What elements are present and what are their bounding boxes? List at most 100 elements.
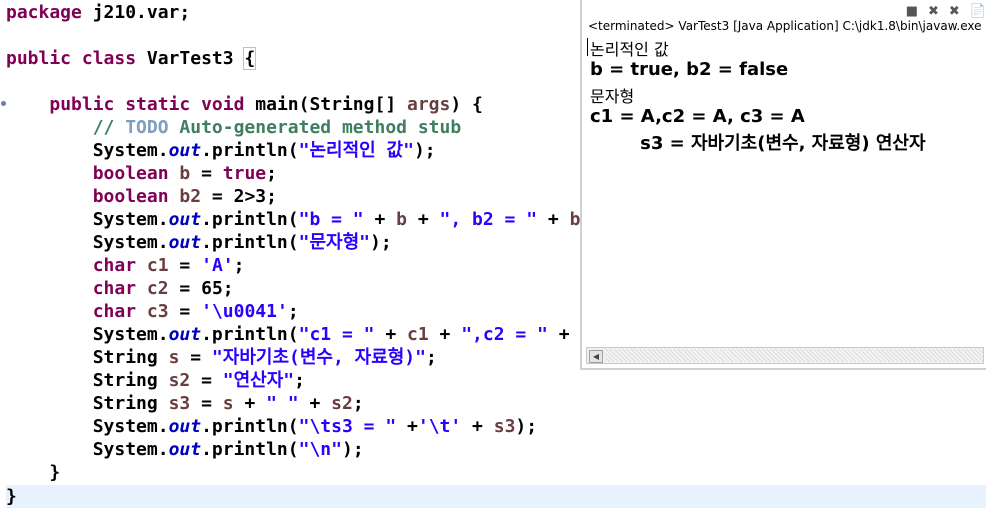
code-line[interactable]: boolean b2 = 2>3; [6, 185, 277, 208]
code-token: out [168, 232, 202, 253]
scroll-left-icon[interactable]: ◀ [589, 350, 603, 363]
console-output-line: b = true, b2 = false [590, 59, 789, 80]
code-token: ; [287, 301, 299, 322]
code-token: System. [6, 209, 169, 230]
code-token: + [407, 209, 440, 230]
code-token: .println( [201, 324, 299, 345]
code-line[interactable]: System.out.println("b = " + b + ", b2 = … [6, 208, 613, 231]
code-token: System. [6, 232, 169, 253]
code-token: s3 [168, 393, 191, 414]
page-icon[interactable]: 📄 [970, 4, 986, 19]
code-token: String [6, 347, 169, 368]
code-token: ); [341, 439, 364, 460]
code-token: ) { [450, 94, 483, 115]
console-output-line: s3 = 자바기초(변수, 자료형) 연산자 [590, 133, 926, 154]
code-token: = [179, 347, 212, 368]
code-token: c3 [146, 301, 169, 322]
code-token: System. [6, 324, 169, 345]
code-token: String [6, 393, 169, 414]
code-token: + [547, 324, 581, 345]
code-token: .println( [201, 232, 299, 253]
code-token: { [243, 47, 257, 70]
code-token: ", b2 = " [439, 209, 538, 230]
code-token: s3 [493, 416, 516, 437]
code-token: String [6, 370, 169, 391]
code-line[interactable]: String s2 = "연산자"; [6, 369, 305, 392]
code-token: } [6, 462, 61, 483]
code-line[interactable]: boolean b = true; [6, 162, 277, 185]
code-token: s2 [331, 393, 353, 414]
code-line[interactable]: public static void main(String[] args) { [6, 93, 483, 116]
code-token: ); [413, 140, 436, 161]
code-line[interactable]: // TODO Auto-generated method stub [6, 116, 461, 139]
code-token: out [168, 439, 202, 460]
scroll-track[interactable] [605, 349, 983, 362]
code-line[interactable]: String s3 = s + " " + s2; [6, 392, 364, 415]
console-output-line: 문자형 [590, 87, 635, 106]
code-token: c1 [407, 324, 429, 345]
remove-all-icon[interactable]: ✖ [949, 4, 960, 19]
code-token: = [168, 255, 202, 276]
code-token: out [168, 209, 202, 230]
console-view: ■ ✖ ✖ 📄 <terminated> VarTest3 [Java Appl… [580, 0, 986, 370]
code-line[interactable]: } [6, 461, 60, 484]
code-token: public class [6, 48, 137, 69]
code-token: char [92, 301, 137, 322]
horizontal-scrollbar[interactable]: ◀ [586, 347, 984, 364]
code-token: Auto-generated method stub [168, 117, 462, 138]
code-token: "c1 = " [298, 324, 375, 345]
code-token: args [407, 94, 451, 115]
code-token: .println( [201, 209, 299, 230]
code-token: = 2>3; [201, 186, 277, 207]
code-token: public static void [49, 94, 245, 115]
code-token: "문자형" [298, 232, 370, 253]
code-token: System. [6, 439, 169, 460]
code-line[interactable]: System.out.println("c1 = " + c1 + ",c2 =… [6, 323, 602, 346]
code-token: b [179, 163, 191, 184]
code-line[interactable]: char c1 = 'A'; [6, 254, 245, 277]
code-line[interactable]: package j210.var; [6, 1, 190, 24]
terminate-icon[interactable]: ■ [906, 4, 918, 19]
code-token: + [396, 416, 418, 437]
code-token: = [190, 393, 223, 414]
console-title: <terminated> VarTest3 [Java Application]… [588, 19, 986, 33]
code-token: "b = " [298, 209, 364, 230]
code-line[interactable]: } [6, 485, 986, 508]
code-token: VarTest3 [136, 48, 245, 69]
code-token: + [233, 393, 267, 414]
code-token: "연산자" [222, 370, 295, 391]
code-line[interactable]: System.out.println("문자형"); [6, 231, 392, 254]
code-line[interactable]: public class VarTest3 { [6, 47, 257, 70]
code-token: out [168, 140, 202, 161]
code-line[interactable]: char c3 = '\u0041'; [6, 300, 299, 323]
code-token: c1 [146, 255, 169, 276]
code-token: "자바기초(변수, 자료형)" [211, 347, 426, 368]
code-line[interactable]: System.out.println("논리적인 값"); [6, 139, 436, 162]
code-token: ",c2 = " [461, 324, 548, 345]
code-token: ; [266, 163, 277, 184]
code-token: s2 [168, 370, 191, 391]
code-token: "논리적인 값" [298, 140, 414, 161]
code-line[interactable]: String s = "자바기초(변수, 자료형)"; [6, 346, 437, 369]
code-token: s [222, 393, 234, 414]
code-line[interactable]: System.out.println("\ts3 = " +'\t' + s3)… [6, 415, 537, 438]
remove-launch-icon[interactable]: ✖ [928, 4, 939, 19]
code-token: + [298, 393, 332, 414]
code-token: 'A' [201, 255, 234, 276]
code-token: ); [369, 232, 392, 253]
code-token: .println( [201, 439, 299, 460]
code-line[interactable]: char c2 = 65; [6, 277, 234, 300]
code-line[interactable]: System.out.println("\n"); [6, 438, 364, 461]
code-token: char [92, 255, 137, 276]
code-token: '\t' [417, 416, 462, 437]
code-token: TODO [125, 117, 169, 138]
code-token: out [168, 416, 202, 437]
code-token: ; [294, 370, 305, 391]
code-token: = [190, 163, 223, 184]
